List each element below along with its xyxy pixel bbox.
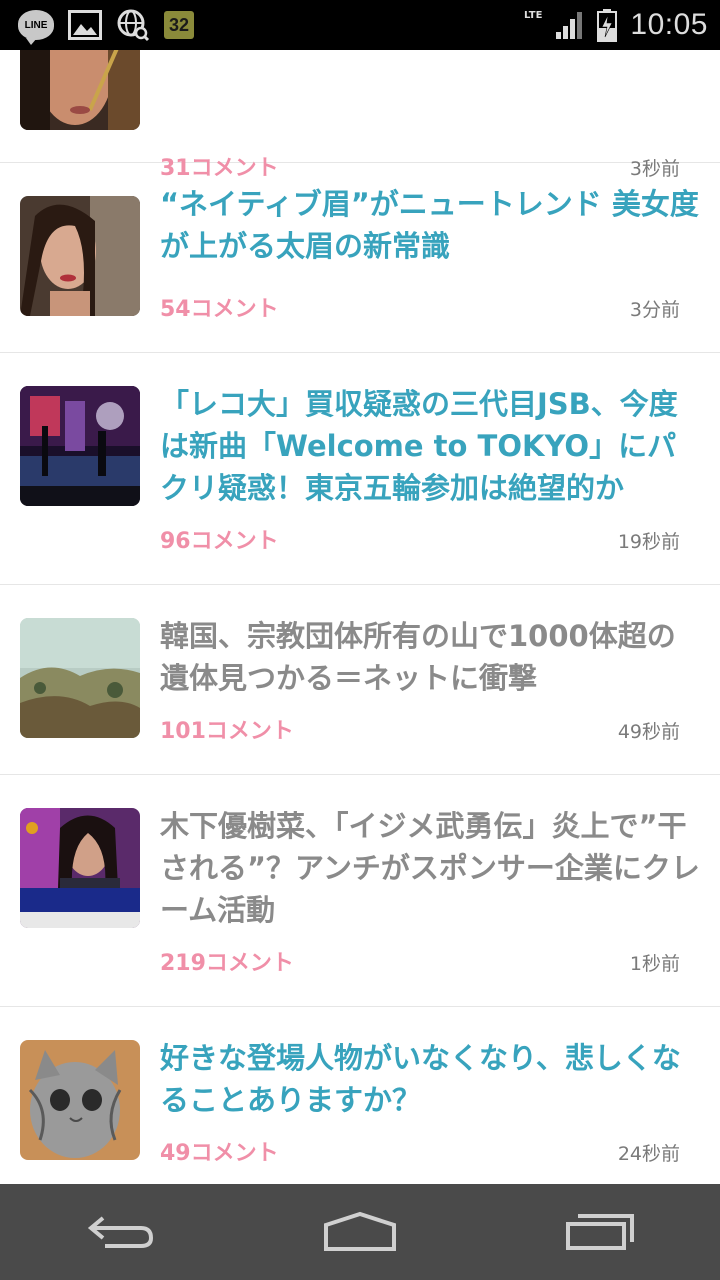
article-time: 19秒前 bbox=[617, 531, 680, 553]
article-title[interactable]: “ネイティブ眉”がニュートレンド 美女度が上がる太眉の新常識 bbox=[160, 183, 700, 267]
back-button[interactable] bbox=[60, 1184, 180, 1280]
battery-charging-icon bbox=[596, 8, 618, 42]
signal-icon bbox=[554, 10, 584, 40]
article-title[interactable]: 韓国、宗教団体所有の山で1000体超の遺体見つかる＝ネットに衝撃 bbox=[160, 615, 700, 699]
article-title[interactable]: 「レコ大」買収疑惑の三代目JSB、今度は新曲「Welcome to TOKYO」… bbox=[160, 383, 700, 509]
article-list[interactable]: 31コメント 3秒前 “ネイティブ眉”がニュートレンド 美女度が上がる太眉の新常… bbox=[0, 50, 720, 1184]
list-item[interactable]: 「レコ大」買収疑惑の三代目JSB、今度は新曲「Welcome to TOKYO」… bbox=[0, 353, 720, 585]
recent-apps-button[interactable] bbox=[540, 1184, 660, 1280]
comment-count: 49コメント bbox=[160, 1141, 279, 1166]
comment-count: 219コメント bbox=[160, 951, 294, 976]
list-item[interactable]: 31コメント 3秒前 bbox=[0, 50, 720, 181]
comment-count: 101コメント bbox=[160, 719, 294, 744]
line-icon: LINE bbox=[18, 10, 54, 45]
comment-count: 96コメント bbox=[160, 529, 279, 554]
article-time: 24秒前 bbox=[617, 1143, 680, 1165]
article-thumbnail bbox=[20, 1040, 140, 1160]
list-item[interactable]: 木下優樹菜、「イジメ武勇伝」炎上で”干される”？アンチがスポンサー企業にクレーム… bbox=[0, 775, 720, 1007]
article-time: 1秒前 bbox=[629, 953, 680, 975]
article-time: 49秒前 bbox=[617, 721, 680, 743]
recent-apps-icon bbox=[566, 1214, 634, 1250]
comment-count: 54コメント bbox=[160, 297, 279, 322]
article-thumbnail bbox=[20, 196, 140, 316]
line-icon-label: LINE bbox=[24, 19, 48, 31]
article-thumbnail bbox=[20, 386, 140, 506]
gallery-icon bbox=[68, 10, 102, 40]
navigation-bar bbox=[0, 1184, 720, 1280]
back-icon bbox=[87, 1216, 154, 1248]
home-button[interactable] bbox=[300, 1184, 420, 1280]
article-thumbnail bbox=[20, 808, 140, 928]
list-item[interactable]: 好きな登場人物がいなくなり、悲しくなることありますか？ 49コメント 24秒前 bbox=[0, 1007, 720, 1184]
status-bar: LINE 32 LTE 10:05 bbox=[0, 0, 720, 50]
article-title[interactable]: 好きな登場人物がいなくなり、悲しくなることありますか？ bbox=[160, 1037, 700, 1121]
globe-search-icon bbox=[116, 8, 150, 42]
home-icon bbox=[324, 1211, 396, 1251]
article-title[interactable]: 木下優樹菜、「イジメ武勇伝」炎上で”干される”？アンチがスポンサー企業にクレーム… bbox=[160, 805, 700, 931]
article-thumbnail bbox=[20, 618, 140, 738]
battery-badge-icon: 32 bbox=[164, 11, 195, 39]
list-item[interactable]: “ネイティブ眉”がニュートレンド 美女度が上がる太眉の新常識 54コメント 3分… bbox=[0, 163, 720, 353]
article-thumbnail bbox=[20, 50, 140, 130]
lte-icon: LTE bbox=[524, 9, 543, 21]
clock: 10:05 bbox=[630, 8, 708, 41]
article-time: 3分前 bbox=[629, 299, 680, 321]
list-item[interactable]: 韓国、宗教団体所有の山で1000体超の遺体見つかる＝ネットに衝撃 101コメント… bbox=[0, 585, 720, 775]
